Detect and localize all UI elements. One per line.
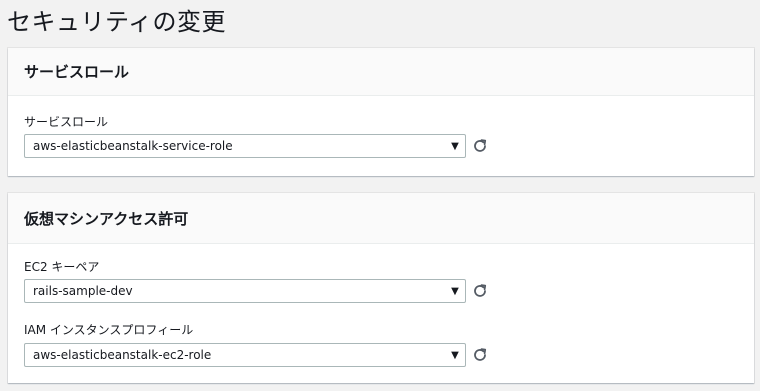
vm-access-panel: 仮想マシンアクセス許可 EC2 キーペア rails-sample-dev ▼ … — [8, 193, 754, 383]
refresh-icon[interactable] — [472, 347, 488, 363]
refresh-icon[interactable] — [472, 138, 488, 154]
refresh-icon[interactable] — [472, 283, 488, 299]
iam-instance-profile-label: IAM インスタンスプロフィール — [24, 323, 194, 337]
service-role-select-value: aws-elasticbeanstalk-service-role — [33, 139, 233, 153]
iam-instance-profile-select-value: aws-elasticbeanstalk-ec2-role — [33, 348, 212, 362]
caret-down-icon: ▼ — [451, 140, 459, 152]
ec2-keypair-select[interactable]: rails-sample-dev ▼ — [24, 279, 466, 303]
iam-instance-profile-select[interactable]: aws-elasticbeanstalk-ec2-role ▼ — [24, 343, 466, 367]
service-role-panel-title: サービスロール — [24, 63, 130, 81]
service-role-panel: サービスロール サービスロール aws-elasticbeanstalk-ser… — [8, 48, 754, 176]
service-role-panel-header: サービスロール — [8, 48, 754, 96]
caret-down-icon: ▼ — [451, 349, 459, 361]
vm-access-panel-header: 仮想マシンアクセス許可 — [8, 193, 754, 244]
page-title: セキュリティの変更 — [7, 8, 227, 36]
ec2-keypair-select-value: rails-sample-dev — [33, 284, 133, 298]
vm-access-panel-title: 仮想マシンアクセス許可 — [24, 209, 189, 228]
service-role-select[interactable]: aws-elasticbeanstalk-service-role ▼ — [24, 134, 466, 158]
ec2-keypair-label: EC2 キーペア — [24, 260, 100, 274]
caret-down-icon: ▼ — [451, 285, 459, 297]
service-role-label: サービスロール — [24, 115, 109, 129]
